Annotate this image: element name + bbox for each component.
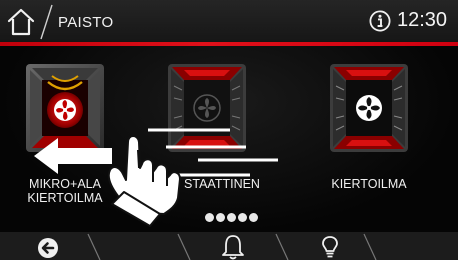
tab-divider	[275, 233, 289, 260]
page-dot	[205, 213, 214, 222]
page-dot	[238, 213, 247, 222]
mode-tile-mikro-ala-kiertoilma[interactable]	[26, 64, 104, 152]
mode-tile-kiertoilma[interactable]	[330, 64, 408, 152]
mode-label-1: MIKRO+ALA KIERTOILMA	[27, 177, 103, 205]
clock: 12:30	[397, 9, 448, 31]
home-icon	[7, 8, 35, 36]
timer-button[interactable]	[218, 232, 248, 260]
tab-divider	[87, 233, 101, 260]
page-dot	[249, 213, 258, 222]
back-icon	[38, 238, 58, 258]
light-button[interactable]	[318, 232, 342, 260]
home-button[interactable]	[6, 7, 36, 37]
page-dot	[227, 213, 236, 222]
info-icon	[369, 10, 391, 32]
bell-timer-icon	[222, 235, 244, 260]
info-button[interactable]	[369, 10, 391, 32]
page-title: PAISTO	[58, 14, 114, 31]
back-button[interactable]	[30, 232, 66, 260]
page-indicator	[205, 213, 258, 222]
mode-tile-staattinen[interactable]	[168, 64, 246, 152]
tab-divider	[363, 233, 377, 260]
header-bar: PAISTO 12:30	[0, 0, 458, 46]
tab-divider	[177, 233, 191, 260]
mode-label-3: KIERTOILMA	[331, 177, 407, 191]
mode-label-2: STAATTINEN	[184, 177, 260, 191]
breadcrumb: PAISTO	[38, 3, 148, 40]
static-heat-icon	[168, 64, 246, 152]
breadcrumb-separator	[40, 4, 53, 40]
page-dot	[216, 213, 225, 222]
light-bulb-icon	[322, 236, 338, 258]
microwave-bottom-heat-fan-icon	[26, 64, 104, 152]
fan-heat-icon	[330, 64, 408, 152]
bottom-nav-bar	[0, 232, 458, 260]
